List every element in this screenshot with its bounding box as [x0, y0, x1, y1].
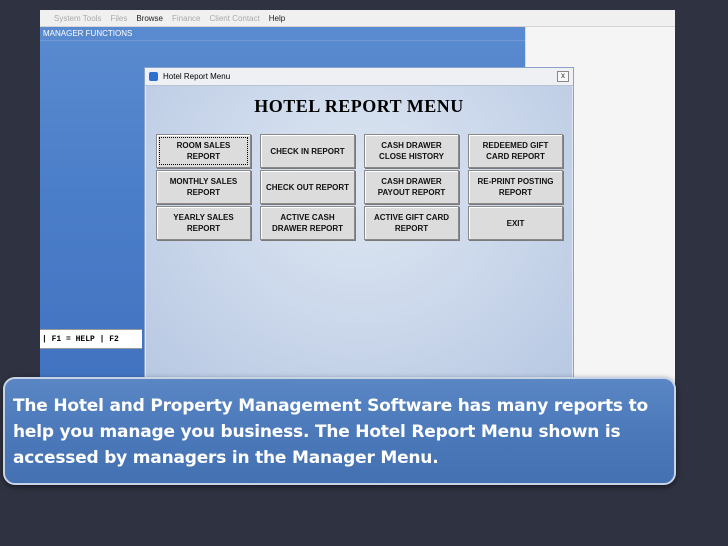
menu-browse[interactable]: Browse: [136, 14, 163, 23]
dialog-body: HOTEL REPORT MENU ROOM SALES REPORT CHEC…: [146, 86, 572, 385]
application-window: System Tools Files Browse Finance Client…: [40, 10, 675, 440]
cash-drawer-close-history-button[interactable]: CASH DRAWER CLOSE HISTORY: [364, 134, 459, 168]
hotel-report-menu-dialog: Hotel Report Menu x HOTEL REPORT MENU RO…: [144, 67, 574, 387]
menu-finance[interactable]: Finance: [172, 14, 200, 23]
function-key-bar: | F1 = HELP | F2: [40, 329, 142, 349]
re-print-posting-report-button[interactable]: RE-PRINT POSTING REPORT: [468, 170, 563, 204]
check-in-report-button[interactable]: CHECK IN REPORT: [260, 134, 355, 168]
monthly-sales-report-button[interactable]: MONTHLY SALES REPORT: [156, 170, 251, 204]
close-button[interactable]: x: [557, 71, 569, 82]
yearly-sales-report-button[interactable]: YEARLY SALES REPORT: [156, 206, 251, 240]
dialog-title: Hotel Report Menu: [163, 72, 231, 81]
active-gift-card-report-button[interactable]: ACTIVE GIFT CARD REPORT: [364, 206, 459, 240]
dialog-titlebar: Hotel Report Menu x: [145, 68, 573, 86]
menu-bar: System Tools Files Browse Finance Client…: [40, 10, 675, 27]
active-cash-drawer-report-button[interactable]: ACTIVE CASH DRAWER REPORT: [260, 206, 355, 240]
report-menu-heading: HOTEL REPORT MENU: [254, 96, 464, 116]
redeemed-gift-card-report-button[interactable]: REDEEMED GIFT CARD REPORT: [468, 134, 563, 168]
menu-files[interactable]: Files: [110, 14, 127, 23]
cash-drawer-payout-report-button[interactable]: CASH DRAWER PAYOUT REPORT: [364, 170, 459, 204]
check-out-report-button[interactable]: CHECK OUT REPORT: [260, 170, 355, 204]
exit-button[interactable]: EXIT: [468, 206, 563, 240]
caption-callout: The Hotel and Property Management Softwa…: [3, 377, 676, 485]
app-icon: [149, 72, 158, 81]
caption-text: The Hotel and Property Management Softwa…: [13, 396, 648, 468]
report-button-grid: ROOM SALES REPORT CHECK IN REPORT CASH D…: [156, 134, 563, 240]
room-sales-report-button[interactable]: ROOM SALES REPORT: [156, 134, 251, 168]
menu-client-contact[interactable]: Client Contact: [209, 14, 259, 23]
menu-system-tools[interactable]: System Tools: [54, 14, 101, 23]
manager-functions-title: MANAGER FUNCTIONS: [40, 27, 525, 41]
menu-help[interactable]: Help: [269, 14, 285, 23]
